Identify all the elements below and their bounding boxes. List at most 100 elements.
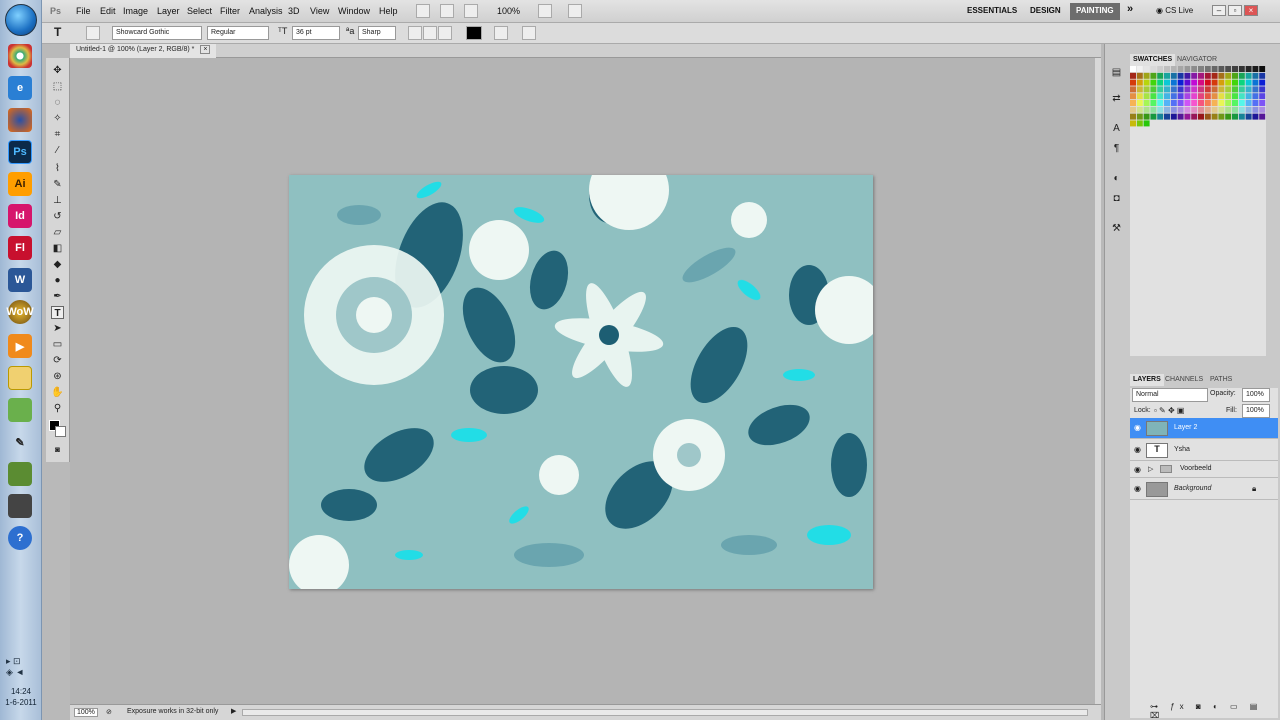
swatch-cell[interactable] — [1136, 93, 1143, 100]
swatch-cell[interactable] — [1245, 100, 1252, 106]
type-tool-icon[interactable]: T — [54, 26, 68, 40]
eye-icon[interactable]: ◉ — [1133, 423, 1142, 432]
align-right-icon[interactable] — [438, 26, 452, 40]
tab-channels[interactable]: CHANNELS — [1162, 374, 1206, 386]
swatch-cell[interactable] — [1191, 66, 1198, 72]
background-color-swatch[interactable] — [55, 426, 66, 437]
start-button[interactable] — [5, 4, 37, 36]
swatch-cell[interactable] — [1225, 79, 1232, 86]
swatch-cell[interactable] — [1232, 100, 1238, 106]
swatch-cell[interactable] — [1143, 79, 1150, 86]
swatch-cell[interactable] — [1245, 72, 1252, 79]
move-tool-icon[interactable]: ✥ — [51, 64, 64, 77]
swatch-cell[interactable] — [1130, 66, 1136, 72]
swatch-cell[interactable] — [1198, 79, 1204, 86]
swatch-cell[interactable] — [1211, 93, 1218, 100]
text-color-swatch[interactable] — [466, 26, 482, 40]
swatch-cell[interactable] — [1191, 79, 1198, 86]
swatch-cell[interactable] — [1177, 66, 1184, 72]
swatch-cell[interactable] — [1218, 86, 1225, 93]
gradient-tool-icon[interactable]: ◧ — [51, 242, 64, 255]
font-size-select[interactable]: 36 pt — [292, 26, 340, 40]
quick-mask-icon[interactable]: ◙ — [51, 443, 64, 456]
opacity-field[interactable]: 100% — [1242, 388, 1270, 402]
swatch-cell[interactable] — [1198, 93, 1204, 100]
swatch-cell[interactable] — [1157, 86, 1164, 93]
swatch-cell[interactable] — [1136, 79, 1143, 86]
menu-filter[interactable]: Filter — [220, 6, 240, 16]
tab-navigator[interactable]: NAVIGATOR — [1174, 54, 1220, 66]
vertical-scrollbar[interactable] — [1095, 58, 1101, 704]
swatch-cell[interactable] — [1191, 93, 1198, 100]
swatch-cell[interactable] — [1252, 106, 1259, 113]
swatch-cell[interactable] — [1191, 113, 1198, 120]
swatch-cell[interactable] — [1198, 66, 1204, 72]
indesign-icon[interactable]: Id — [8, 204, 32, 228]
swatch-cell[interactable] — [1211, 86, 1218, 93]
swatch-cell[interactable] — [1252, 79, 1259, 86]
swatch-cell[interactable] — [1211, 79, 1218, 86]
eyedropper-tool-icon[interactable]: ⁄ — [51, 144, 64, 157]
swatch-cell[interactable] — [1218, 72, 1225, 79]
swatch-cell[interactable] — [1232, 79, 1238, 86]
character-panel-icon[interactable] — [522, 26, 536, 40]
font-style-select[interactable]: Regular — [207, 26, 269, 40]
swatch-cell[interactable] — [1259, 100, 1266, 106]
internet-explorer-icon[interactable]: e — [8, 76, 32, 100]
swatch-cell[interactable] — [1157, 100, 1164, 106]
swatch-cell[interactable] — [1232, 113, 1238, 120]
swatch-cell[interactable] — [1184, 86, 1191, 93]
swatch-cell[interactable] — [1157, 93, 1164, 100]
swatch-cell[interactable] — [1238, 93, 1245, 100]
swatch-cell[interactable] — [1191, 100, 1198, 106]
crop-tool-icon[interactable]: ⌗ — [51, 128, 64, 141]
swatch-cell[interactable] — [1170, 100, 1177, 106]
swatch-cell[interactable] — [1238, 79, 1245, 86]
swatch-cell[interactable] — [1150, 79, 1157, 86]
zoom-level[interactable]: 100% — [497, 6, 520, 16]
menu-layer[interactable]: Layer — [157, 6, 180, 16]
swatch-cell[interactable] — [1157, 106, 1164, 113]
swatch-cell[interactable] — [1164, 100, 1170, 106]
pen-tool-icon[interactable]: ✒ — [51, 290, 64, 303]
arrange-documents-icon[interactable] — [538, 4, 552, 18]
dodge-tool-icon[interactable]: ● — [51, 274, 64, 287]
swatch-cell[interactable] — [1238, 106, 1245, 113]
swatch-cell[interactable] — [1130, 100, 1136, 106]
swatch-cell[interactable] — [1204, 106, 1211, 113]
swatch-cell[interactable] — [1177, 72, 1184, 79]
swatch-cell[interactable] — [1170, 86, 1177, 93]
swatch-cell[interactable] — [1238, 100, 1245, 106]
swatch-cell[interactable] — [1211, 66, 1218, 72]
close-tab-icon[interactable]: × — [200, 45, 211, 54]
layer-row[interactable]: ◉ ▷ Voorbeeld — [1130, 462, 1278, 478]
mini-bridge-icon[interactable] — [440, 4, 454, 18]
swatch-cell[interactable] — [1143, 66, 1150, 72]
3d-orbit-tool-icon[interactable]: ⊛ — [51, 370, 64, 383]
status-zoom-field[interactable]: 100% — [74, 708, 98, 717]
clone-stamp-tool-icon[interactable]: ⊥ — [51, 194, 64, 207]
wow-icon[interactable]: WoW — [6, 300, 34, 324]
swatch-cell[interactable] — [1259, 86, 1266, 93]
expand-arrow-icon[interactable]: ▷ — [1148, 465, 1153, 473]
swatch-cell[interactable] — [1198, 113, 1204, 120]
swatch-cell[interactable] — [1198, 86, 1204, 93]
antialias-select[interactable]: Sharp — [358, 26, 396, 40]
tab-swatches[interactable]: SWATCHES — [1130, 54, 1176, 66]
swatch-cell[interactable] — [1170, 106, 1177, 113]
eye-icon[interactable]: ◉ — [1133, 465, 1142, 474]
more-workspaces-icon[interactable]: » — [1127, 3, 1133, 15]
swatch-cell[interactable] — [1130, 72, 1136, 79]
swatch-cell[interactable] — [1204, 100, 1211, 106]
horizontal-scrollbar[interactable] — [242, 709, 1088, 716]
swatch-cell[interactable] — [1204, 72, 1211, 79]
swatch-cell[interactable] — [1177, 86, 1184, 93]
warp-text-icon[interactable] — [494, 26, 508, 40]
paragraph-panel-icon[interactable]: ¶ — [1110, 142, 1123, 155]
swatch-cell[interactable] — [1177, 100, 1184, 106]
swatch-cell[interactable] — [1225, 66, 1232, 72]
swatch-cell[interactable] — [1238, 72, 1245, 79]
paint-icon[interactable] — [8, 398, 32, 422]
swatch-cell[interactable] — [1238, 66, 1245, 72]
masks-panel-icon[interactable]: ◘ — [1110, 192, 1123, 205]
